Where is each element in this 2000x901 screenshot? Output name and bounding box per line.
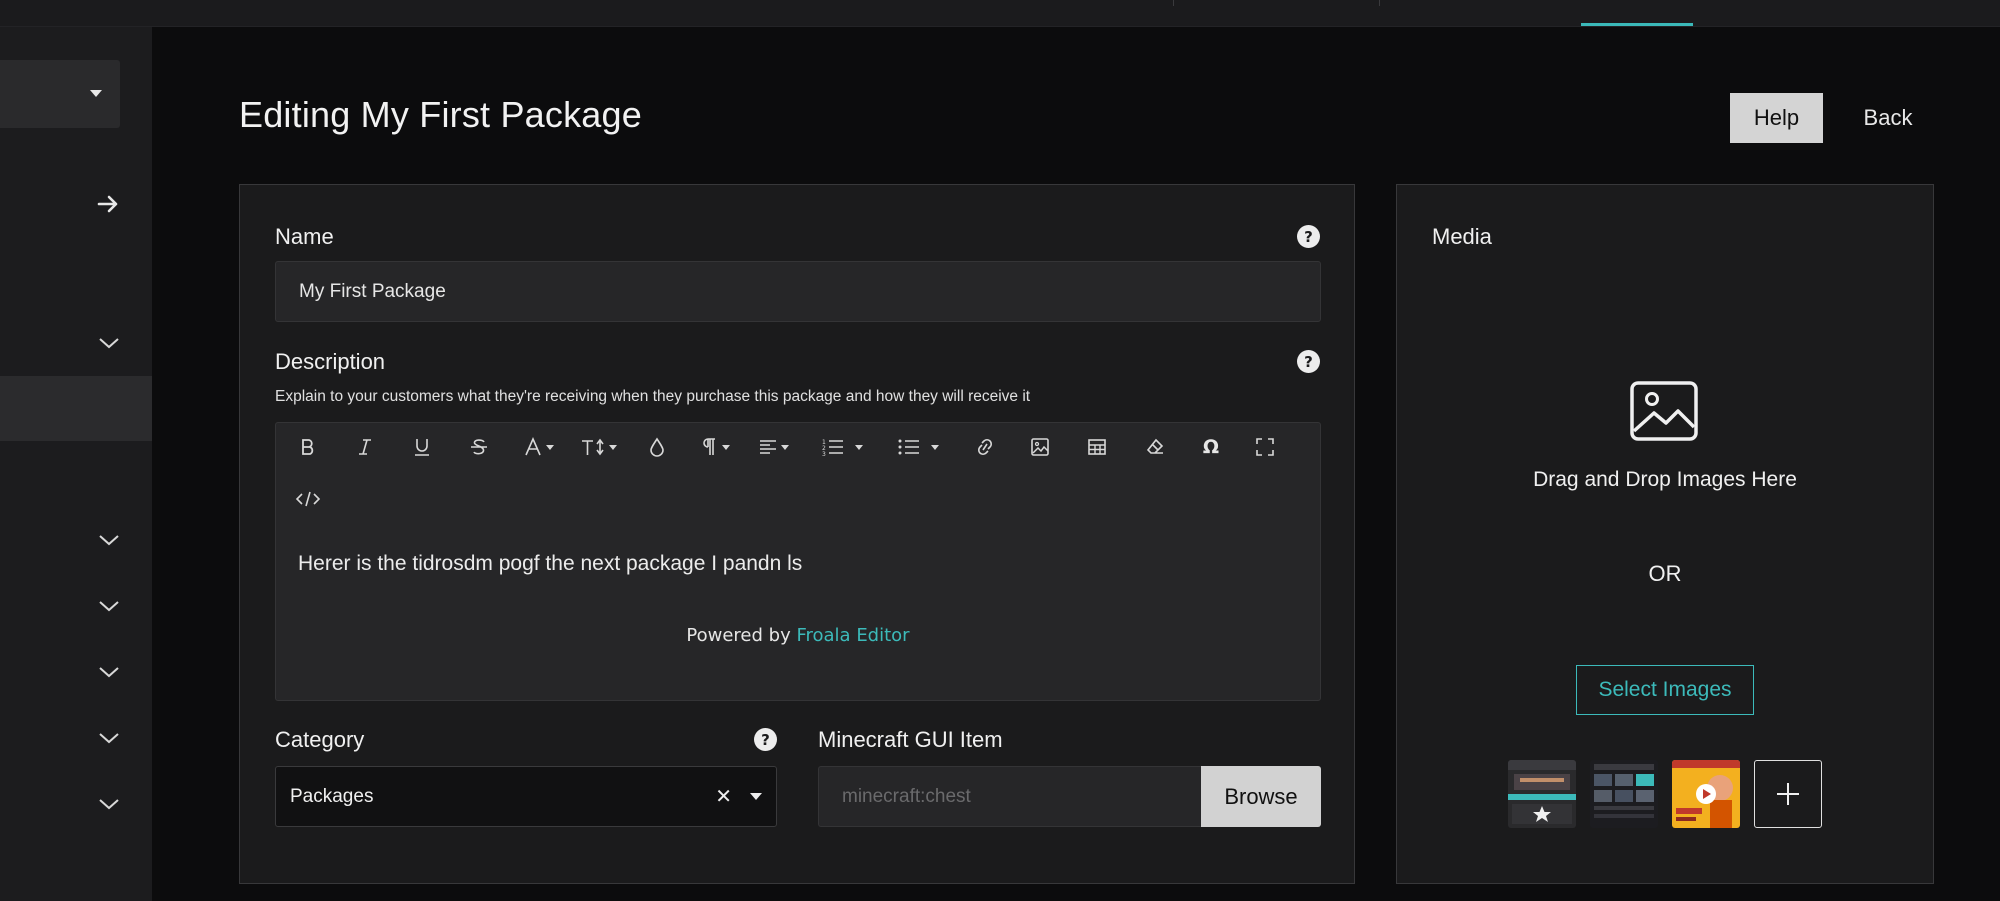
media-card: Media Drag and Drop Images Here OR Selec… xyxy=(1396,184,1934,884)
media-thumbnail[interactable] xyxy=(1508,760,1576,828)
description-label: Description xyxy=(275,349,386,374)
fullscreen-icon[interactable] xyxy=(1247,429,1283,465)
code-view-icon[interactable] xyxy=(290,481,326,517)
plus-icon xyxy=(1777,783,1799,805)
color-drop-icon[interactable] xyxy=(639,429,675,465)
help-circle-icon[interactable]: ? xyxy=(754,728,777,751)
help-circle-icon[interactable]: ? xyxy=(1297,350,1320,373)
link-icon[interactable] xyxy=(967,429,1003,465)
chevron-down-icon[interactable] xyxy=(98,336,120,350)
text-color-icon[interactable] xyxy=(518,429,558,465)
description-hint: Explain to your customers what they're r… xyxy=(275,388,1031,405)
sidebar xyxy=(0,27,152,901)
chevron-down-icon[interactable] xyxy=(98,533,120,547)
powered-by-prefix: Powered by xyxy=(686,625,797,646)
nav-divider xyxy=(1379,0,1380,6)
help-button[interactable]: Help xyxy=(1730,93,1823,143)
active-tab-indicator xyxy=(1581,23,1693,26)
special-characters-icon[interactable]: Ω xyxy=(1193,429,1229,465)
image-icon[interactable] xyxy=(1022,429,1058,465)
media-thumbnail[interactable] xyxy=(1672,760,1740,828)
name-label: Name xyxy=(275,224,334,249)
ordered-list-icon[interactable]: 123 xyxy=(814,429,870,465)
strikethrough-icon[interactable] xyxy=(461,429,497,465)
caret-down-icon xyxy=(90,90,102,97)
table-icon[interactable] xyxy=(1079,429,1115,465)
editor-content[interactable]: Herer is the tidrosdm pogf the next pack… xyxy=(298,552,802,576)
underline-icon[interactable] xyxy=(404,429,440,465)
bold-icon[interactable] xyxy=(290,429,326,465)
help-circle-icon[interactable]: ? xyxy=(1297,225,1320,248)
sidebar-store-select[interactable] xyxy=(0,60,120,128)
rich-text-editor[interactable]: 123 Ω Herer is the tidrosdm pogf the nex… xyxy=(275,422,1321,701)
page-title: Editing My First Package xyxy=(239,94,642,135)
select-images-button[interactable]: Select Images xyxy=(1576,665,1754,715)
caret-down-icon[interactable] xyxy=(750,793,762,800)
italic-icon[interactable] xyxy=(347,429,383,465)
powered-by-text: Powered by Froala Editor xyxy=(276,625,1320,646)
top-nav-bar xyxy=(0,0,2000,27)
clear-icon[interactable]: ✕ xyxy=(715,784,732,809)
clear-formatting-icon[interactable] xyxy=(1137,429,1173,465)
drop-zone-text[interactable]: Drag and Drop Images Here xyxy=(1397,468,1933,492)
chevron-down-icon[interactable] xyxy=(98,599,120,613)
unordered-list-icon[interactable] xyxy=(890,429,946,465)
media-label: Media xyxy=(1432,224,1492,249)
svg-text:3: 3 xyxy=(822,451,826,457)
align-icon[interactable] xyxy=(752,429,794,465)
chevron-down-icon[interactable] xyxy=(98,797,120,811)
chevron-down-icon[interactable] xyxy=(98,665,120,679)
nav-divider xyxy=(1173,0,1174,6)
add-image-button[interactable] xyxy=(1754,760,1822,828)
chevron-down-icon[interactable] xyxy=(98,731,120,745)
category-value: Packages xyxy=(290,785,374,807)
sidebar-active-item[interactable] xyxy=(0,376,152,441)
category-select[interactable]: Packages ✕ xyxy=(275,766,777,827)
name-input[interactable]: My First Package xyxy=(275,261,1321,322)
froala-link[interactable]: Froala Editor xyxy=(796,625,909,646)
paragraph-format-icon[interactable] xyxy=(694,429,734,465)
gui-item-label: Minecraft GUI Item xyxy=(818,727,1003,752)
package-form-card: Name ? My First Package Description ? Ex… xyxy=(239,184,1355,884)
category-label: Category xyxy=(275,727,365,752)
browse-button[interactable]: Browse xyxy=(1201,766,1321,827)
or-text: OR xyxy=(1648,561,1682,586)
gui-item-input[interactable]: minecraft:chest xyxy=(818,766,1201,827)
arrow-right-icon[interactable] xyxy=(96,192,120,216)
media-thumbnail[interactable] xyxy=(1590,760,1658,828)
back-button[interactable]: Back xyxy=(1843,93,1933,143)
font-size-icon[interactable] xyxy=(576,429,620,465)
image-placeholder-icon xyxy=(1630,381,1698,441)
